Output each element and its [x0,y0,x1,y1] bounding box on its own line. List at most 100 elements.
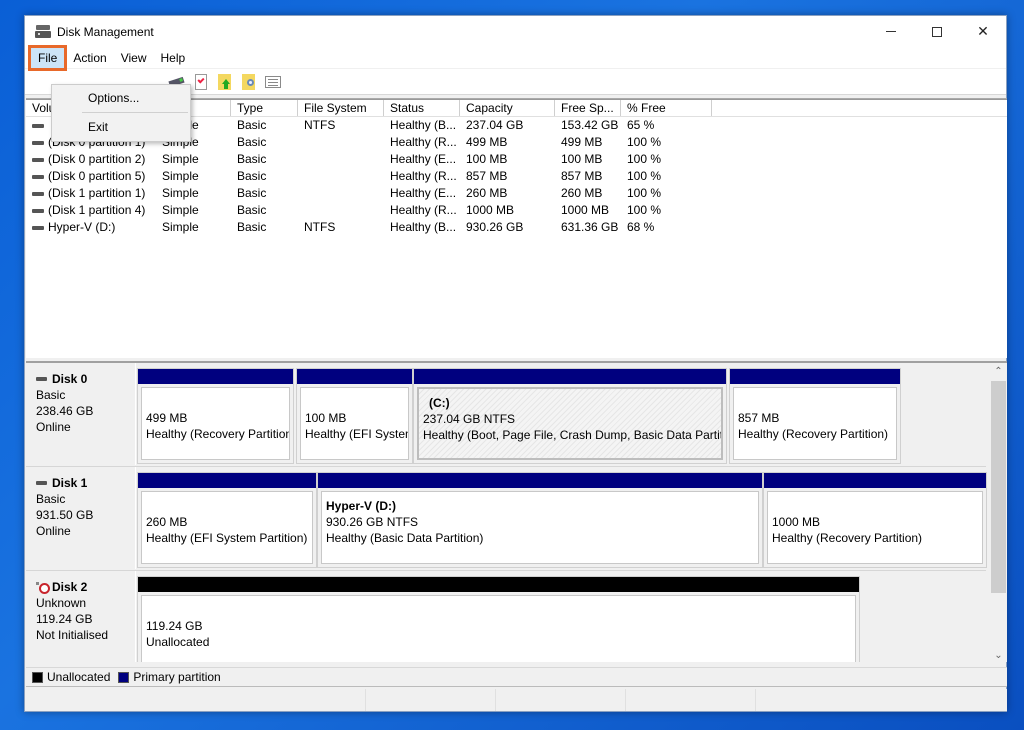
partition[interactable]: Hyper-V (D:) 930.26 GB NTFS Healthy (Basic… [317,472,763,568]
scroll-down-icon[interactable]: ⌄ [990,647,1007,662]
partition-status: Healthy (EFI System Partition) [305,427,408,441]
disk-label[interactable]: Disk 1 Basic 931.50 GB Online [26,467,136,569]
partition-title [146,498,312,514]
primary-partition-bar [764,473,986,488]
menu-item-exit[interactable]: Exit [52,114,190,140]
col-type[interactable]: Type [231,100,298,116]
disk-size: 119.24 GB [36,612,93,626]
col-status[interactable]: Status [384,100,460,116]
partition-status: Healthy (Recovery Partition) [738,427,889,441]
partition[interactable]: 857 MB Healthy (Recovery Partition) [729,368,901,464]
partition[interactable]: 260 MB Healthy (EFI System Partition) [137,472,317,568]
cell-volume: (Disk 0 partition 2) [26,151,156,168]
explore-icon[interactable] [240,73,258,91]
disk-name: Disk 2 [36,579,135,595]
minimize-button[interactable] [868,16,914,47]
primary-partition-bar [297,369,412,384]
table-row[interactable]: (Disk 0 partition 2) Simple Basic Healthy (… [26,151,1007,168]
menu-bar: File Action View Help [25,44,1006,71]
volume-name: (Disk 0 partition 5) [48,169,146,183]
window-title: Disk Management [57,24,154,39]
scrollbar-thumb[interactable] [991,381,1006,593]
cell-capacity: 100 MB [466,152,508,166]
cell-capacity: 930.26 GB [466,220,524,234]
volume-name: (Disk 0 partition 2) [48,152,146,166]
disk-management-app-icon [35,24,51,39]
disk-name: Disk 1 [36,475,135,491]
cell-status: Healthy (E... [390,152,457,166]
partition[interactable]: (C:) 237.04 GB NTFS Healthy (Boot, Page Fi… [413,368,727,464]
col-file-system[interactable]: File System [298,100,384,116]
rescan-up-icon[interactable] [216,73,234,91]
cell-type: Basic [237,220,267,234]
partition-size: 499 MB [146,411,188,425]
disk-icon [36,377,47,381]
vertical-scrollbar[interactable]: ⌃ ⌄ [990,363,1007,662]
cell-type: Basic [237,169,267,183]
partition-title [772,498,982,514]
partition-body: Hyper-V (D:) 930.26 GB NTFS Healthy (Basic… [321,491,759,564]
volume-icon [32,174,44,179]
properties-icon[interactable] [264,73,282,91]
cell-capacity: 237.04 GB [466,118,524,132]
table-row[interactable]: (Disk 1 partition 4) Simple Basic Healthy (… [26,202,1007,219]
menu-action[interactable]: Action [66,48,113,68]
menu-item-options[interactable]: Options... [52,85,190,111]
check-disk-icon[interactable] [192,73,210,91]
cell-pct: 65 % [627,118,655,132]
cell-free: 499 MB [561,135,603,149]
cell-status: Healthy (R... [390,203,457,217]
partition-body: 100 MB Healthy (EFI System Partition) [300,387,409,460]
col-filler [712,100,1007,116]
disk-error-icon [36,581,50,594]
cell-pct: 100 % [627,152,662,166]
status-bar [26,689,1007,711]
disk-label[interactable]: Disk 0 Basic 238.46 GB Online [26,363,136,465]
volume-name: Hyper-V (D:) [48,220,116,234]
cell-fs [298,185,384,202]
col-free-space[interactable]: Free Sp... [555,100,621,116]
table-row[interactable]: Hyper-V (D:) Simple Basic NTFS Healthy (B...… [26,219,1007,236]
partition-body: 1000 MB Healthy (Recovery Partition) [767,491,983,564]
disk-label[interactable]: Disk 2 Unknown 119.24 GB Not Initialised [26,571,136,662]
primary-partition-bar [138,473,316,488]
partition-title [305,394,408,410]
menu-separator [82,112,188,113]
table-row[interactable]: (Disk 0 partition 5) Simple Basic Healthy (… [26,168,1007,185]
cell-capacity: 260 MB [466,186,508,200]
col-capacity[interactable]: Capacity [460,100,555,116]
file-menu-dropdown: Options... Exit [51,84,191,142]
primary-partition-bar [318,473,762,488]
close-button[interactable]: ✕ [960,16,1006,47]
unallocated-space[interactable]: 119.24 GB Unallocated [137,576,860,662]
menu-view[interactable]: View [114,48,154,68]
disk-management-window: Disk Management ✕ File Action View Help … [24,15,1007,712]
scroll-up-icon[interactable]: ⌃ [990,363,1007,380]
menu-help[interactable]: Help [154,48,193,68]
cell-volume: (Disk 0 partition 5) [26,168,156,185]
partition-status: Healthy (Boot, Page File, Crash Dump, Ba… [423,428,723,442]
partition[interactable]: 100 MB Healthy (EFI System Partition) [296,368,413,464]
table-row[interactable]: (Disk 1 partition 1) Simple Basic Healthy (… [26,185,1007,202]
volume-name: (Disk 1 partition 4) [48,203,146,217]
disk-graph-pane: Disk 0 Basic 238.46 GB Online 499 MB Healthy … [26,361,1007,662]
cell-fs [298,151,384,168]
disk-state: Online [36,524,71,538]
disk-state: Not Initialised [36,628,109,642]
cell-pct: 100 % [627,203,662,217]
col-percent-free[interactable]: % Free [621,100,712,116]
maximize-button[interactable] [914,16,960,47]
partition[interactable]: 1000 MB Healthy (Recovery Partition) [763,472,987,568]
partition-body: 857 MB Healthy (Recovery Partition) [733,387,897,460]
unallocated-bar [138,577,859,592]
cell-free: 153.42 GB [561,118,619,132]
cell-fs [298,134,384,151]
menu-file[interactable]: File [27,44,68,71]
partition-body: 119.24 GB Unallocated [141,595,856,662]
disk-kind: Unknown [36,596,87,610]
partition-size: 260 MB [146,515,188,529]
partition-status: Healthy (Recovery Partition) [146,427,290,441]
partition[interactable]: 499 MB Healthy (Recovery Partition) [137,368,294,464]
cell-capacity: 857 MB [466,169,508,183]
legend-swatch-primary [118,671,130,683]
